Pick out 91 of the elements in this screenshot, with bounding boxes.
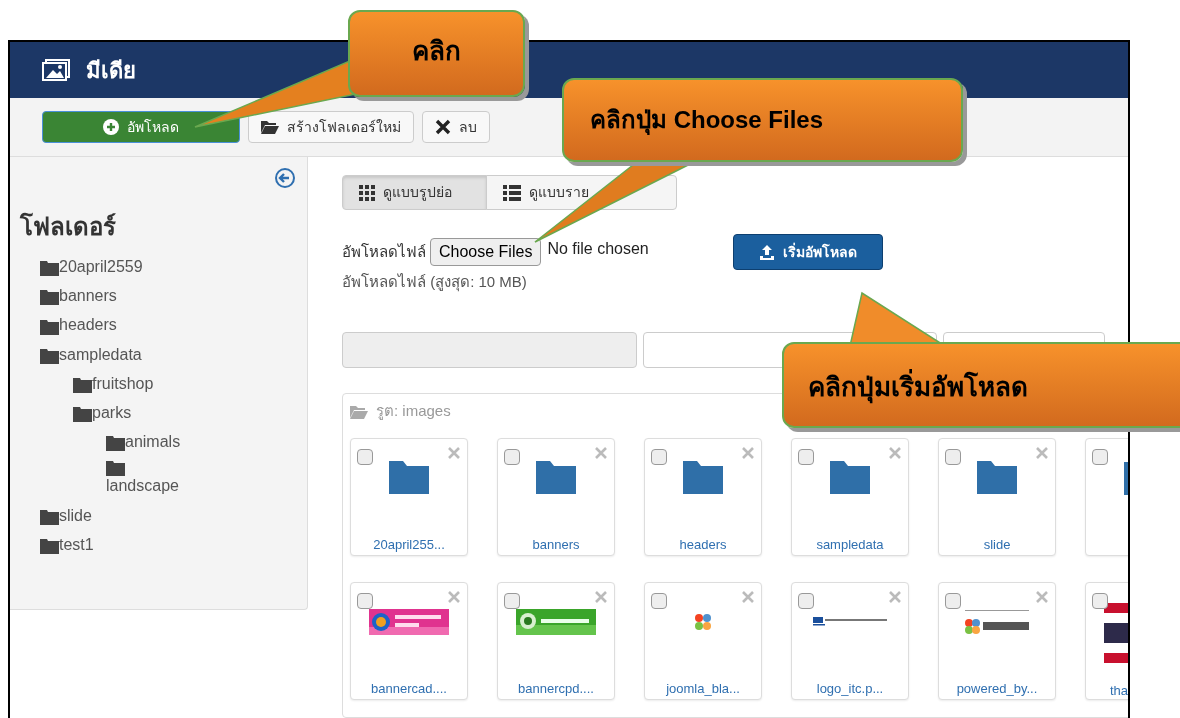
folder-icon — [389, 461, 429, 495]
image-card[interactable]: powered_by... — [938, 581, 1056, 700]
close-icon[interactable] — [742, 590, 754, 603]
image-icon — [42, 59, 70, 81]
collapse-icon[interactable] — [274, 167, 296, 189]
folder-card[interactable]: slide — [938, 437, 1056, 556]
folder-icon — [830, 461, 870, 495]
file-name[interactable]: tha — [1110, 680, 1128, 700]
close-icon[interactable] — [595, 446, 607, 459]
checkbox[interactable] — [945, 592, 961, 609]
file-name[interactable]: slide — [983, 535, 1011, 555]
folder-icon — [261, 120, 279, 134]
file-name[interactable]: sampledata — [816, 535, 884, 555]
close-icon[interactable] — [595, 590, 607, 603]
view-tab[interactable]: ดูแบบรูปย่อ — [342, 175, 487, 210]
file-name[interactable]: bannercad.... — [371, 679, 447, 699]
start-upload-button[interactable]: เริ่มอัพโหลด — [732, 234, 883, 270]
folder-tree-item[interactable]: parks — [92, 402, 132, 423]
image-card[interactable]: logo_itc.p... — [791, 581, 909, 700]
folder-icon — [40, 290, 59, 306]
file-name[interactable]: logo_itc.p... — [816, 679, 884, 699]
checkbox[interactable] — [798, 448, 814, 465]
filter-field[interactable] — [342, 331, 637, 368]
image-card[interactable]: bannercpd.... — [497, 581, 615, 700]
upload-label: อัพโหลดไฟล์ — [342, 241, 426, 262]
upload-icon — [758, 244, 775, 260]
image-card[interactable]: joomla_bla... — [644, 581, 762, 700]
folder-tree-item[interactable]: sampledata — [59, 344, 142, 364]
checkbox[interactable] — [357, 592, 373, 609]
folder-icon — [106, 461, 125, 477]
choose-files-button[interactable]: Choose Files — [430, 238, 542, 266]
folder-tree-item[interactable]: 20april2559 — [59, 257, 143, 277]
folder-tree-item[interactable]: landscape — [106, 476, 179, 496]
close-icon[interactable] — [1036, 446, 1048, 459]
file-name[interactable]: 20april255... — [373, 535, 445, 555]
checkbox[interactable] — [504, 448, 520, 465]
folder-icon — [977, 461, 1017, 495]
folder-card[interactable]: banners — [497, 437, 615, 556]
close-icon[interactable] — [1036, 590, 1048, 603]
close-icon[interactable] — [448, 590, 460, 603]
file-status: No file chosen — [547, 239, 649, 259]
file-name[interactable]: headers — [679, 535, 727, 555]
file-name[interactable]: joomla_bla... — [666, 679, 740, 699]
upload-hint: อัพโหลดไฟล์ (สูงสุด: 10 MB) — [342, 272, 528, 294]
folder-icon — [40, 348, 59, 364]
close-icon[interactable] — [742, 446, 754, 459]
folder-icon — [40, 261, 59, 277]
folder-icon — [683, 461, 723, 495]
image-card[interactable]: bannercad.... — [350, 581, 468, 700]
plus-icon — [103, 119, 119, 135]
checkbox[interactable] — [798, 592, 814, 609]
file-name[interactable]: bannercpd.... — [518, 679, 594, 699]
folder-icon — [40, 319, 59, 335]
close-icon[interactable] — [448, 446, 460, 459]
folder-card[interactable]: sampledata — [791, 437, 909, 556]
path-label: รูต: images — [376, 401, 451, 422]
folder-tree-item[interactable]: test1 — [59, 534, 94, 554]
upload-button[interactable]: อัพโหลด — [42, 111, 240, 143]
close-icon — [435, 119, 451, 135]
grid-icon — [359, 184, 375, 201]
checkbox[interactable] — [651, 448, 667, 465]
checkbox[interactable] — [651, 592, 667, 609]
file-name[interactable]: powered_by... — [956, 679, 1038, 699]
list-icon — [503, 184, 521, 201]
checkbox[interactable] — [1092, 592, 1108, 609]
folder-icon — [73, 377, 92, 393]
checkbox[interactable] — [1092, 448, 1108, 465]
folder-tree-item[interactable]: banners — [59, 286, 117, 306]
folder-icon — [40, 538, 59, 554]
sidebar-title: โฟลเดอร์ — [20, 211, 116, 242]
folder-tree-item[interactable]: headers — [59, 315, 117, 335]
folder-icon — [73, 407, 92, 423]
file-name[interactable]: banners — [532, 535, 580, 555]
delete-button[interactable]: ลบ — [422, 111, 490, 143]
folder-icon — [40, 509, 59, 525]
close-icon[interactable] — [889, 446, 901, 459]
folder-icon — [536, 461, 576, 495]
folder-tree-item[interactable]: fruitshop — [92, 373, 154, 393]
checkbox[interactable] — [945, 448, 961, 465]
new-folder-button[interactable]: สร้างโฟลเดอร์ใหม่ — [248, 111, 414, 143]
folder-tree-item[interactable]: slide — [59, 505, 92, 525]
folder-icon — [106, 436, 125, 452]
close-icon[interactable] — [889, 590, 901, 603]
folder-icon — [350, 404, 368, 419]
folder-card[interactable]: headers — [644, 437, 762, 556]
page-title: มีเดีย — [86, 56, 136, 85]
folder-tree-item[interactable]: animals — [125, 432, 181, 452]
folder-card[interactable]: 20april255... — [350, 437, 468, 556]
image-card[interactable]: tha — [1085, 581, 1128, 700]
checkbox[interactable] — [357, 448, 373, 465]
checkbox[interactable] — [504, 592, 520, 609]
